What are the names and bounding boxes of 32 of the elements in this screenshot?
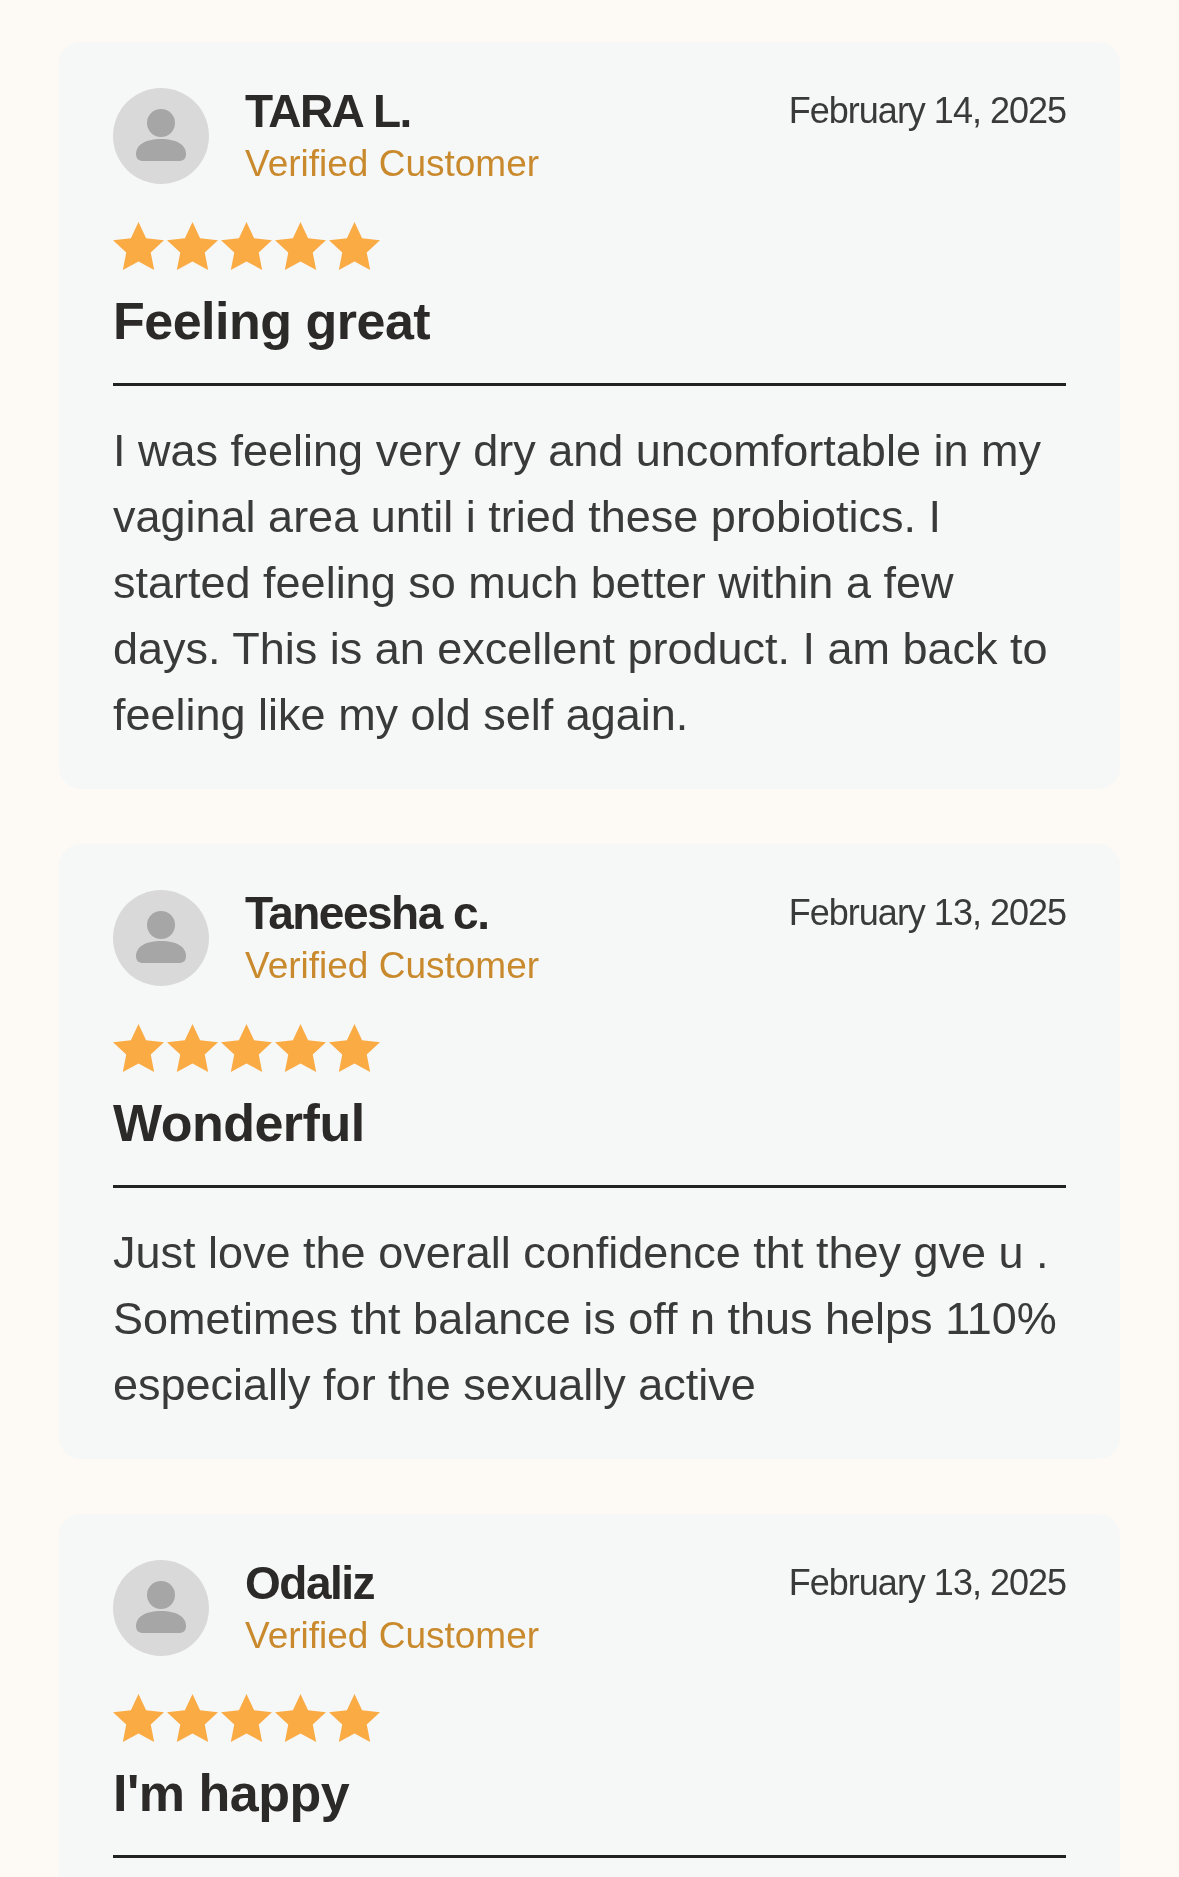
star-icon [329,222,380,270]
avatar-icon [113,890,209,986]
review-title: Feeling great [113,291,431,351]
star-icon [329,1024,380,1072]
star-icon [275,1024,326,1072]
star-icon [167,222,218,270]
star-icon [275,1694,326,1742]
star-icon [221,1694,272,1742]
star-icon [113,222,164,270]
verified-label: Verified Customer [245,944,540,988]
avatar-icon [113,1560,209,1656]
star-icon [113,1694,164,1742]
star-icon [167,1694,218,1742]
verified-label: Verified Customer [245,142,540,186]
star-icon [275,222,326,270]
star-icon [167,1024,218,1072]
review-text: I was feeling very dry and uncomfortable in my vaginal area until i tried these probiotics. I started feeling so much better within a few days. This is an excellent product. I am back to feeling like my old self again. [113,424,1049,742]
review-date: February 14, 2025 [788,89,1066,132]
review-title: Wonderful [113,1093,365,1153]
reviewer-name: Taneesha c. [245,888,489,938]
review-date: February 13, 2025 [788,891,1066,934]
reviewer-name: TARA L. [245,86,411,136]
review-date: February 13, 2025 [788,1561,1066,1604]
reviewer-name: Odaliz [245,1558,375,1608]
star-icon [221,1024,272,1072]
star-icon [113,1024,164,1072]
star-icon [329,1694,380,1742]
review-text: Just love the overall confidence tht they gve u . Sometimes tht balance is off n thus helps 110% especially for the sexually active [113,1226,1058,1412]
review-title: I'm happy [113,1763,350,1823]
verified-label: Verified Customer [245,1614,540,1658]
avatar-icon [113,88,209,184]
star-icon [221,222,272,270]
